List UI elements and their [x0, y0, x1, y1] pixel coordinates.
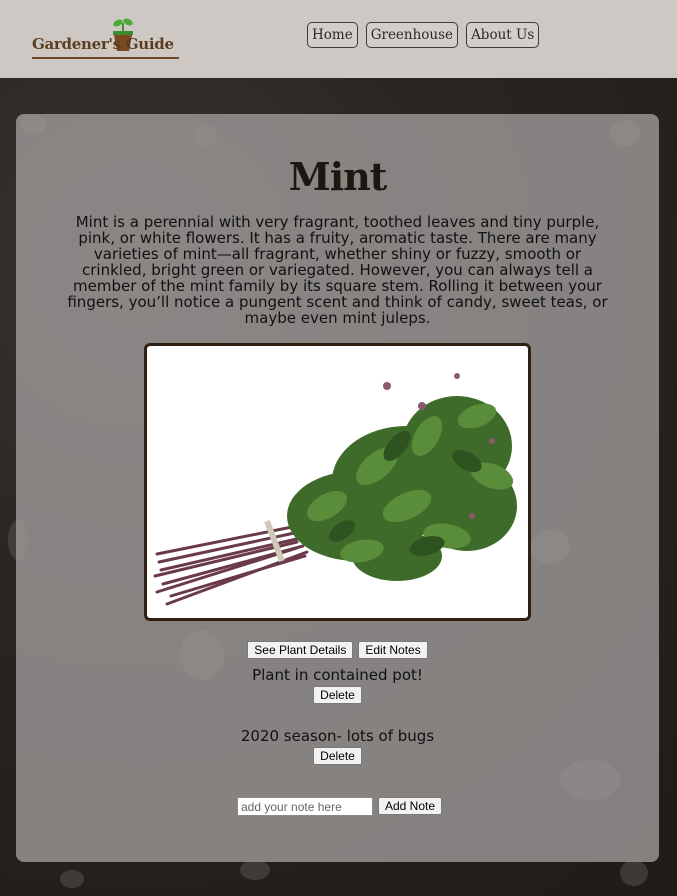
nav-greenhouse-button[interactable]: Greenhouse [365, 22, 459, 48]
plant-photo [144, 343, 531, 621]
nav-home-button[interactable]: Home [307, 22, 358, 48]
plant-actions: See Plant Details Edit Notes [16, 641, 659, 659]
delete-note-button[interactable]: Delete [313, 747, 362, 765]
edit-notes-button[interactable]: Edit Notes [358, 641, 428, 659]
site-logo[interactable]: Gardener's Guide [32, 14, 182, 60]
note-text: Plant in contained pot! [252, 666, 423, 684]
logo-text: Gardener's Guide [32, 35, 174, 53]
logo-underline [32, 57, 179, 59]
plant-card: Mint Mint is a perennial with very fragr… [16, 114, 659, 862]
delete-note-button[interactable]: Delete [313, 686, 362, 704]
add-note-button[interactable]: Add Note [378, 797, 443, 815]
note-item: Plant in contained pot! Delete [16, 666, 659, 704]
nav-about-us-button[interactable]: About Us [466, 22, 540, 48]
note-text: 2020 season- lots of bugs [240, 727, 435, 745]
note-item: 2020 season- lots of bugs Delete [16, 727, 659, 765]
plant-title: Mint [288, 154, 388, 199]
add-note-form: Add Note [237, 797, 443, 816]
see-plant-details-button[interactable]: See Plant Details [247, 641, 354, 659]
note-input[interactable] [237, 797, 373, 816]
top-header: Gardener's Guide Home Greenhouse About U… [0, 0, 677, 78]
main-nav: Home Greenhouse About Us [307, 22, 540, 48]
mint-bunch-image [153, 373, 517, 606]
plant-description: Mint is a perennial with very fragrant, … [67, 213, 608, 327]
